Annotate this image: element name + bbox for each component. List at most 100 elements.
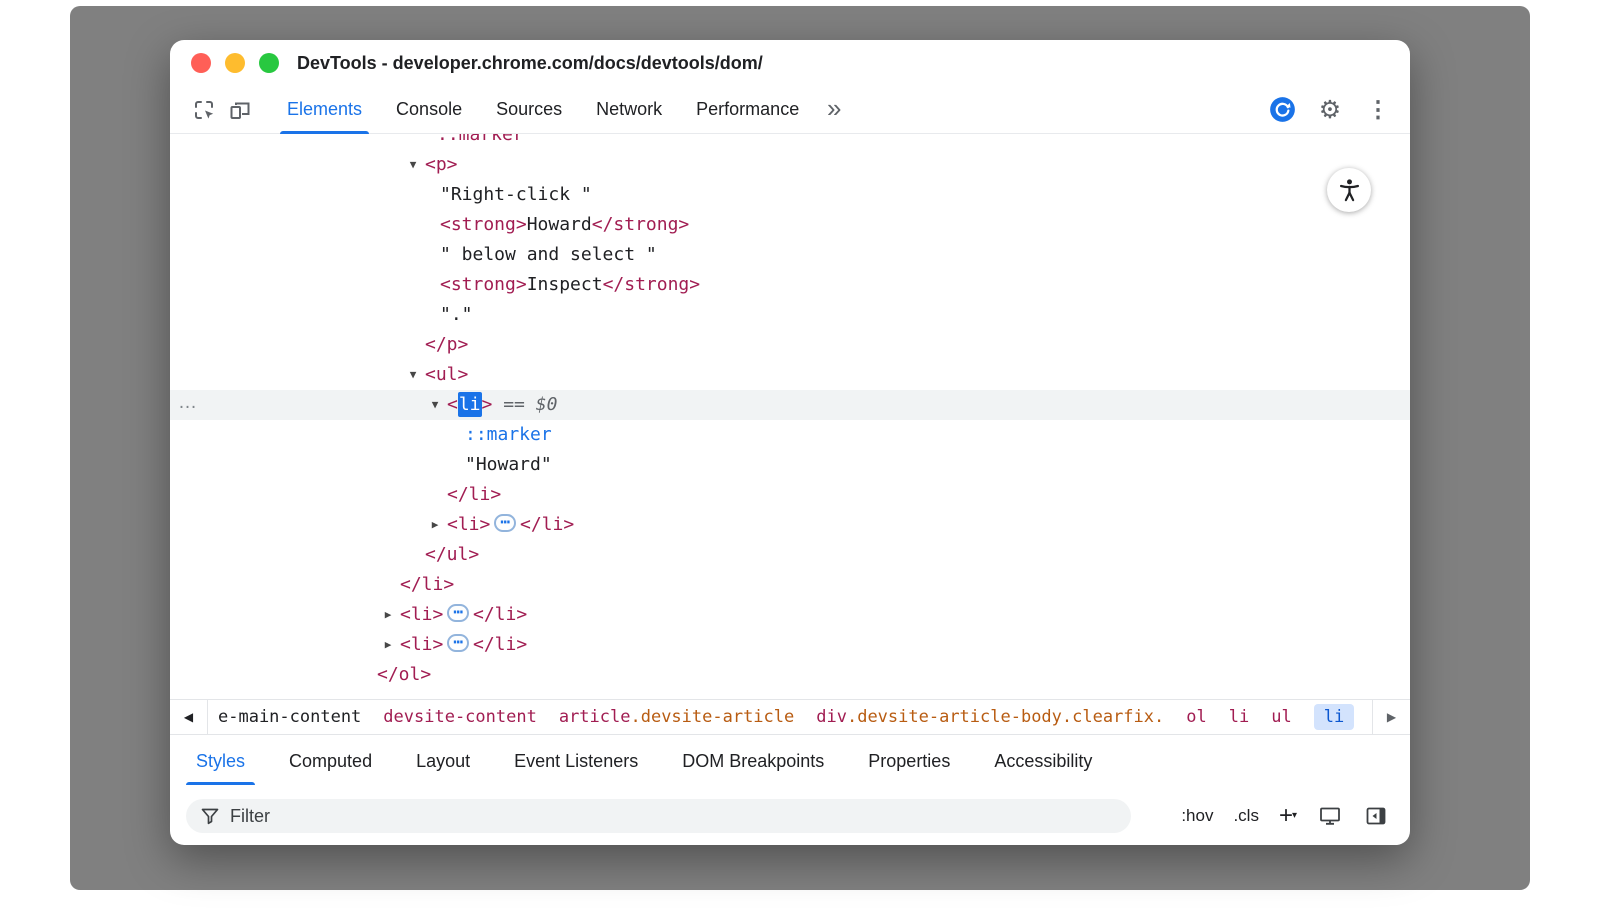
dom-tree-lines: ::marker▼<p>"Right-click "<strong>Howard… (170, 134, 1410, 690)
tree-row[interactable]: ▼<ul> (170, 360, 1410, 390)
accessibility-button[interactable] (1327, 168, 1371, 212)
tree-row[interactable]: ▼<p> (170, 150, 1410, 180)
dom-token: ::marker (465, 424, 552, 445)
breadcrumb-scroll-right[interactable]: ▶ (1372, 700, 1410, 734)
tab-computed[interactable]: Computed (267, 735, 394, 787)
selected-node-name[interactable]: li (458, 392, 482, 417)
crumb-article-devsite-article[interactable]: article.devsite-article (559, 707, 794, 727)
dom-token: </strong> (592, 214, 690, 235)
dom-token: </li> (520, 514, 574, 535)
new-style-rule-button[interactable]: +▾ (1274, 802, 1302, 830)
inline-expand-button[interactable]: ⋯ (447, 604, 469, 622)
close-button[interactable] (191, 53, 211, 73)
tree-row[interactable]: </ul> (170, 540, 1410, 570)
tree-row[interactable]: </li> (170, 480, 1410, 510)
tree-row[interactable]: ▶<li>⋯</li> (170, 630, 1410, 660)
tab-sources[interactable]: Sources (479, 86, 579, 134)
crumb-part: div (816, 707, 847, 727)
crumb-part: li (1229, 707, 1249, 727)
dom-token: ::marker (437, 134, 524, 145)
breadcrumb-scroll-left[interactable]: ◀ (170, 700, 208, 734)
dom-token: Inspect (527, 274, 603, 295)
panel-collapse-icon (1364, 804, 1388, 828)
crumb-ul[interactable]: ul (1271, 707, 1291, 727)
breadcrumb-list: e-main-content devsite-content article.dev… (208, 700, 1372, 734)
sync-circle-icon (1269, 96, 1296, 123)
rendering-emulation-icon[interactable] (1312, 798, 1348, 834)
dom-token: "." (440, 304, 473, 325)
tree-row[interactable]: </p> (170, 330, 1410, 360)
settings-icon[interactable]: ⚙ (1312, 92, 1348, 128)
tab-dom-breakpoints[interactable]: DOM Breakpoints (660, 735, 846, 787)
tree-row[interactable]: "." (170, 300, 1410, 330)
tree-row[interactable]: ::marker (170, 134, 1410, 150)
crumb-devsite-content[interactable]: devsite-content (383, 707, 537, 727)
crumb-part: .devsite-article-body.clearfix. (847, 707, 1164, 727)
tab-layout[interactable]: Layout (394, 735, 492, 787)
dom-token: </ul> (425, 544, 479, 565)
inline-expand-button[interactable]: ⋯ (494, 514, 516, 532)
tree-row-selected[interactable]: ▼…<li> == $0 (170, 390, 1410, 420)
cls-toggle[interactable]: .cls (1228, 802, 1264, 830)
expand-arrow-icon[interactable]: ▶ (380, 600, 396, 630)
filter-input[interactable]: Filter (186, 799, 1131, 833)
tab-accessibility[interactable]: Accessibility (972, 735, 1114, 787)
crumb-li[interactable]: li (1229, 707, 1249, 727)
tree-row[interactable]: ▶<li>⋯</li> (170, 600, 1410, 630)
collapse-arrow-icon[interactable]: ▼ (405, 150, 421, 180)
tree-row[interactable]: ▶<li>⋯</li> (170, 510, 1410, 540)
expand-arrow-icon[interactable]: ▶ (380, 630, 396, 660)
device-toolbar-icon[interactable] (222, 92, 258, 128)
dom-token: $0 (536, 394, 558, 415)
crumb-part: e-main-content (218, 707, 361, 727)
expand-arrow-icon[interactable]: ▶ (427, 510, 443, 540)
tab-performance[interactable]: Performance (679, 86, 816, 134)
tree-row[interactable]: " below and select " (170, 240, 1410, 270)
dom-token: <strong> (440, 274, 527, 295)
row-hint-ellipsis-icon[interactable]: … (178, 388, 198, 418)
minimize-button[interactable] (225, 53, 245, 73)
tab-console[interactable]: Console (379, 86, 479, 134)
breadcrumb: ◀ e-main-content devsite-content article.d… (170, 699, 1410, 735)
dom-token: <li> (400, 634, 443, 655)
crumb-div-devsite-article-body-clearfi[interactable]: div.devsite-article-body.clearfix. (816, 707, 1164, 727)
tab-event-listeners[interactable]: Event Listeners (492, 735, 660, 787)
dom-token: Howard (527, 214, 592, 235)
tab-styles[interactable]: Styles (174, 735, 267, 787)
tab-elements[interactable]: Elements (270, 86, 379, 134)
hov-toggle[interactable]: :hov (1176, 802, 1218, 830)
tree-row[interactable]: "Right-click " (170, 180, 1410, 210)
blue-sync-icon[interactable] (1264, 92, 1300, 128)
inline-expand-button[interactable]: ⋯ (447, 634, 469, 652)
styles-filter-bar: Filter :hov .cls +▾ (170, 787, 1410, 845)
dom-token: <p> (425, 154, 458, 175)
sidebar-toggle-icon[interactable] (1358, 798, 1394, 834)
tree-row[interactable]: "Howard" (170, 450, 1410, 480)
sidebar-tabs: StylesComputedLayoutEvent ListenersDOM B… (170, 735, 1410, 787)
dom-token: == (492, 394, 535, 415)
tab-network[interactable]: Network (579, 86, 679, 134)
tree-row[interactable]: <strong>Howard</strong> (170, 210, 1410, 240)
kebab-menu-icon[interactable]: ⋮ (1360, 92, 1396, 128)
tree-row[interactable]: </li> (170, 570, 1410, 600)
inspect-cursor-icon (192, 98, 216, 122)
plus-icon: + (1279, 806, 1293, 826)
dom-token: <strong> (440, 214, 527, 235)
collapse-arrow-icon[interactable]: ▼ (405, 360, 421, 390)
maximize-button[interactable] (259, 53, 279, 73)
tree-row[interactable]: ::marker (170, 420, 1410, 450)
crumb-li[interactable]: li (1314, 704, 1354, 730)
tree-row[interactable]: </ol> (170, 660, 1410, 690)
filter-controls: :hov .cls +▾ (1176, 798, 1394, 834)
more-tabs-icon[interactable]: » (816, 92, 852, 128)
tree-row[interactable]: <strong>Inspect</strong> (170, 270, 1410, 300)
crumb-ol[interactable]: ol (1186, 707, 1206, 727)
crumb-e-main-content[interactable]: e-main-content (218, 707, 361, 727)
inspect-element-icon[interactable] (186, 92, 222, 128)
traffic-lights (170, 53, 279, 73)
gray-backdrop: DevTools - developer.chrome.com/docs/dev… (70, 6, 1530, 890)
devtools-window: DevTools - developer.chrome.com/docs/dev… (170, 40, 1410, 845)
collapse-arrow-icon[interactable]: ▼ (427, 390, 443, 420)
tab-properties[interactable]: Properties (846, 735, 972, 787)
dom-token: </li> (473, 634, 527, 655)
